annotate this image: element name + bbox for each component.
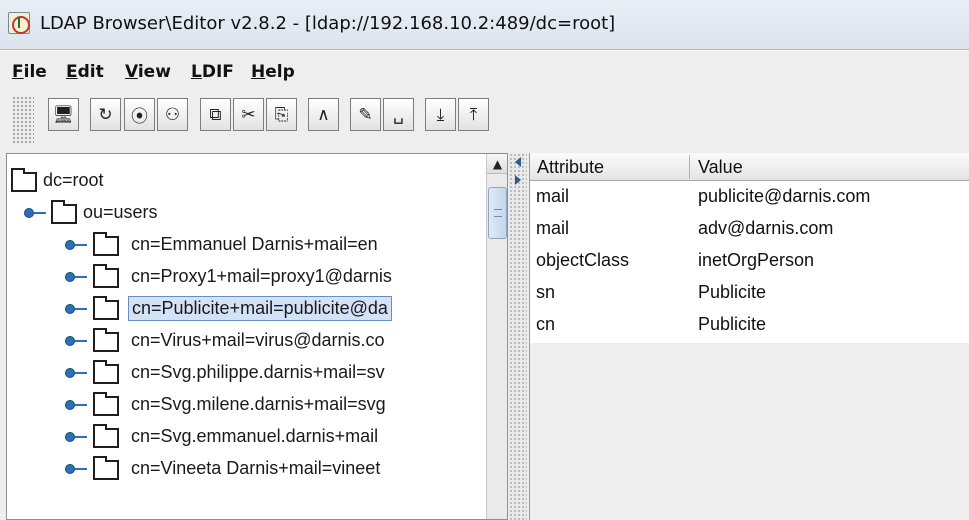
split-pane-divider[interactable] [509,153,527,520]
import-icon[interactable]: ⤒ [458,98,489,131]
table-body: mail publicite@darnis.com mail adv@darni… [530,181,969,343]
directory-tree[interactable]: dc=root ou=users cn=Emmanuel Darnis+mail… [6,153,508,520]
menu-help[interactable]: Help [251,62,295,82]
tree-connector [29,208,31,216]
refresh-icon[interactable]: ↻ [90,98,121,131]
folder-icon [93,424,119,448]
binoculars-icon[interactable]: ⚇ [157,98,188,131]
column-header-value[interactable]: Value [698,157,743,178]
toolbar: 🖥 ↻ ⦿ ⚇ ⧉ ✂ ⎘ ∧ ✎ ␣ ⤓ ⤒ [0,90,969,150]
expand-handle-icon[interactable] [65,240,75,250]
paste-icon[interactable]: ⎘ [266,98,297,131]
menu-view[interactable]: View [125,62,171,82]
folder-icon [11,168,37,192]
attribute-value: adv@darnis.com [698,218,834,238]
tree-scrollbar[interactable]: ▲ [486,154,507,519]
collapse-left-icon[interactable] [515,157,521,167]
column-header-attribute[interactable]: Attribute [537,157,604,178]
table-row[interactable]: objectClass inetOrgPerson [530,245,969,277]
expand-handle-icon[interactable] [65,336,75,346]
table-header: Attribute Value [530,153,969,181]
copy-icon[interactable]: ⧉ [200,98,231,131]
expand-handle-icon[interactable] [65,400,75,410]
toolbar-grip[interactable] [12,96,34,144]
folder-icon [51,200,77,224]
up-icon[interactable]: ∧ [308,98,339,131]
window-title: LDAP Browser\Editor v2.8.2 - [ldap://192… [40,13,616,34]
table-row[interactable]: mail publicite@darnis.com [530,181,969,213]
folder-icon [93,296,119,320]
delete-icon[interactable]: ␣ [383,98,414,131]
table-row[interactable]: cn Publicite [530,309,969,341]
cut-icon[interactable]: ✂ [233,98,264,131]
collapse-right-icon[interactable] [515,175,521,185]
attribute-name: mail [536,186,570,206]
menu-file[interactable]: File [12,62,47,82]
expand-handle-icon[interactable] [65,464,75,474]
menu-ldif[interactable]: LDIF [191,62,234,82]
app-icon[interactable] [8,12,30,34]
edit-icon[interactable]: ✎ [350,98,381,131]
attribute-value: Publicite [698,282,767,302]
attribute-value: inetOrgPerson [698,250,815,270]
title-bar: LDAP Browser\Editor v2.8.2 - [ldap://192… [0,0,969,50]
column-divider[interactable] [689,155,690,179]
scroll-up-icon[interactable]: ▲ [487,154,507,174]
attribute-name: sn [536,282,556,302]
computer-icon[interactable]: 🖥 [48,98,79,131]
attribute-value: Publicite [698,314,767,334]
folder-icon [93,328,119,352]
expand-handle-icon[interactable] [65,272,75,282]
expand-handle-icon[interactable] [65,368,75,378]
scrollbar-thumb[interactable] [488,187,507,239]
expand-handle-icon[interactable] [65,304,75,314]
attribute-table: Attribute Value mail publicite@darnis.co… [529,153,969,520]
menu-edit[interactable]: Edit [66,62,104,82]
attribute-name: cn [536,314,556,334]
expand-handle-icon[interactable] [65,432,75,442]
folder-icon [93,456,119,480]
folder-icon [93,264,119,288]
folder-icon [93,392,119,416]
folder-icon [93,360,119,384]
table-row[interactable]: sn Publicite [530,277,969,309]
attribute-name: objectClass [536,250,630,270]
table-row[interactable]: mail adv@darnis.com [530,213,969,245]
attribute-value: publicite@darnis.com [698,186,871,206]
search-icon[interactable]: ⦿ [124,98,155,131]
attribute-name: mail [536,218,570,238]
export-icon[interactable]: ⤓ [425,98,456,131]
menu-bar: File Edit View LDIF Help [0,50,969,90]
folder-icon [93,232,119,256]
